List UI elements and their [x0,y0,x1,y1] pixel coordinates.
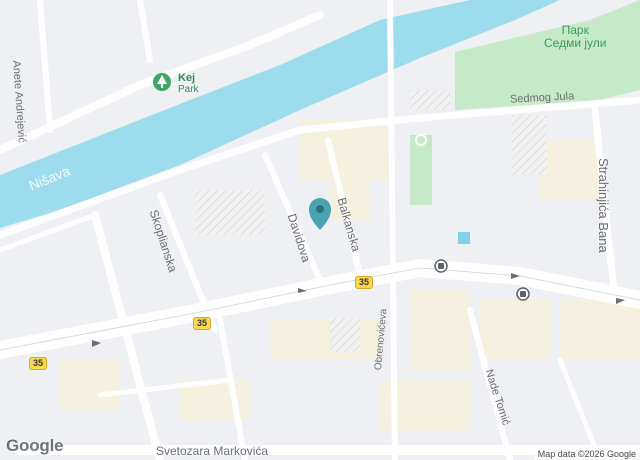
tree-icon[interactable] [153,73,171,91]
fountain [458,232,470,244]
google-logo[interactable]: Google [6,436,64,456]
route-35-shield: 35 [193,317,212,330]
route-35-shield: 35 [29,357,48,370]
bus-stop-icon[interactable] [516,287,530,301]
poi-category: Park [178,84,199,95]
map-view[interactable]: Anete Andrejević Nišava Kej Park Парк Се… [0,0,640,460]
map-attribution[interactable]: Map data ©2026 Google [533,448,640,460]
bus-stop-icon[interactable] [434,259,448,273]
street-label-svetozara: Svetozara Markovića [156,444,269,458]
park-label-line2: Седми јули [544,36,607,50]
poi-kej[interactable]: Kej Park [178,72,199,95]
poi-name: Kej [178,72,196,84]
park-label: Парк Седми јули [544,24,606,50]
route-35-shield: 35 [355,276,374,289]
map-canvas [0,0,640,460]
street-label-strahinjica: Strahinjića Bana [596,158,611,253]
